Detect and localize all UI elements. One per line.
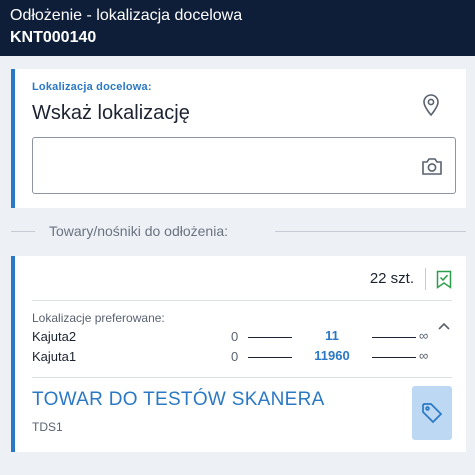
preferred-location-name: Kajuta2 [32,329,77,344]
row-divider [32,377,452,378]
bookmark-check-icon[interactable] [436,270,452,289]
preferred-location-row: Kajuta1 0 11960 ∞ [32,348,442,366]
preferred-location-min: 0 [231,329,239,344]
tag-button[interactable] [412,386,452,440]
preferred-location-min: 0 [231,349,239,364]
product-name: TOWAR DO TESTÓW SKANERA [32,389,325,410]
preferred-location-value: 11960 [292,348,372,363]
target-location-card: Lokalizacja docelowa: Wskaż lokalizację [11,69,466,208]
target-location-input[interactable] [32,137,456,194]
product-code: TDS1 [32,420,63,434]
row-divider [32,300,452,301]
page-title: Odłożenie - lokalizacja docelowa [10,7,243,24]
divider-line [275,231,466,232]
target-location-label: Lokalizacja docelowa: [32,81,152,93]
divider-line [11,231,35,232]
document-number: KNT000140 [10,29,97,46]
preferred-location-name: Kajuta1 [32,349,77,364]
item-quantity: 22 szt. [369,270,414,287]
app-header: Odłożenie - lokalizacja docelowa KNT0001… [0,0,475,56]
items-section-label: Towary/nośniki do odłożenia: [49,223,228,239]
tag-icon [422,403,443,424]
target-location-prompt: Wskaż lokalizację [32,102,190,124]
preferred-location-value: 11 [292,328,372,343]
camera-icon[interactable] [421,156,443,176]
preferred-location-max: ∞ [419,328,429,343]
preferred-locations-label: Lokalizacje preferowane: [32,311,165,325]
item-card[interactable]: 22 szt. Lokalizacje preferowane: Kajuta2… [11,256,466,452]
preferred-location-max: ∞ [419,348,429,363]
items-section-divider: Towary/nośniki do odłożenia: [11,220,466,242]
preferred-location-row: Kajuta2 0 11 ∞ [32,328,442,346]
quantity-separator [425,268,426,290]
map-pin-icon[interactable] [420,93,442,117]
